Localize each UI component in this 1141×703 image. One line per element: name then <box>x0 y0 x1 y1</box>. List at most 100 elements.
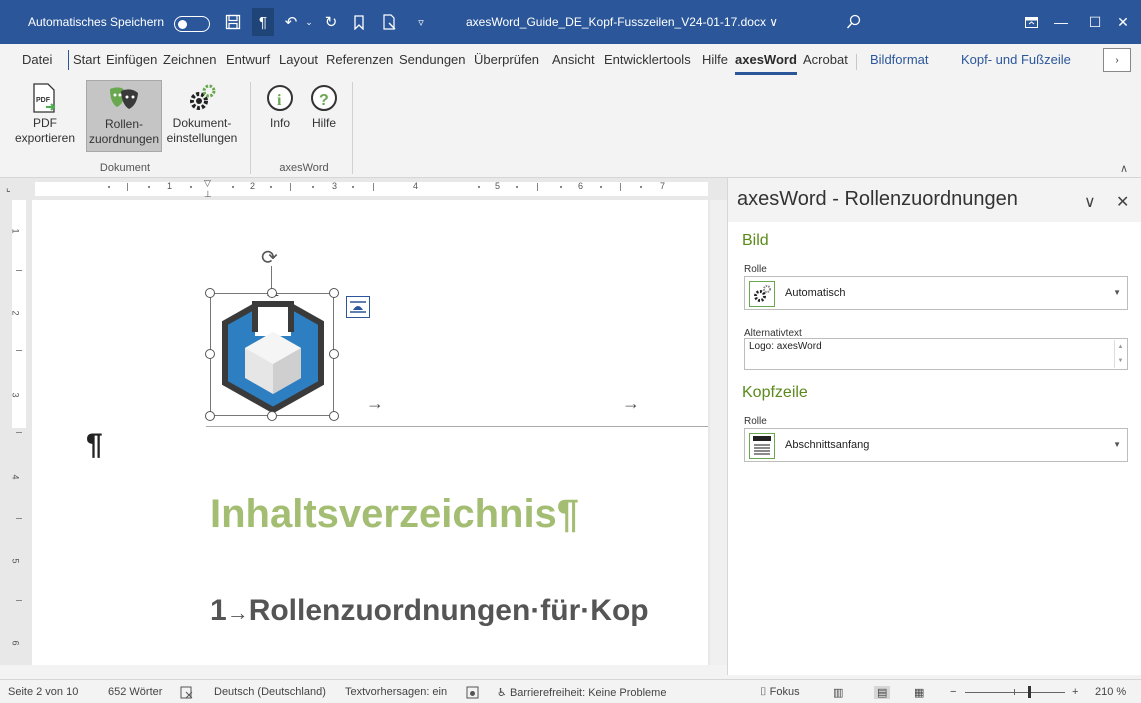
close-icon[interactable]: ✕ <box>1108 0 1138 44</box>
tab-acrobat[interactable]: Acrobat <box>803 52 848 72</box>
customize-toolbar-icon[interactable]: ▿ <box>410 0 432 44</box>
language-status[interactable]: Deutsch (Deutschland) <box>214 686 326 698</box>
document-page[interactable]: ⟳ → → ¶ Inhaltsverzeichnis¶ 1→Rollenzuor… <box>32 200 708 665</box>
print-layout-icon[interactable]: ▤ <box>874 686 891 699</box>
ruler-number: 1 <box>167 181 173 191</box>
redo-icon[interactable]: ↻ <box>320 0 342 44</box>
maximize-icon[interactable]: ☐ <box>1080 0 1110 44</box>
resize-handle[interactable] <box>329 411 339 421</box>
image-role-select[interactable]: Automatisch ▼ <box>744 276 1128 310</box>
document-settings-button[interactable]: Dokument- einstellungen <box>163 80 241 152</box>
resize-handle[interactable] <box>205 349 215 359</box>
svg-text:?: ? <box>319 92 329 109</box>
help-button[interactable]: ? Hilfe <box>302 80 346 152</box>
pane-options-icon[interactable]: ∨ <box>1084 192 1096 212</box>
undo-dropdown-icon[interactable]: ⌄ <box>298 0 320 44</box>
autosave-toggle[interactable] <box>174 16 210 32</box>
alt-text-input[interactable]: Logo: axesWord ▲ ▼ <box>744 338 1128 370</box>
dropdown-arrow-icon: ▼ <box>1113 440 1121 449</box>
document-title[interactable]: axesWord_Guide_DE_Kopf-Fusszeilen_V24-01… <box>466 0 778 44</box>
section-start-icon <box>749 433 775 459</box>
tab-einfuegen[interactable]: Einfügen <box>106 52 157 72</box>
page-count[interactable]: Seite 2 von 10 <box>8 686 78 698</box>
read-mode-icon[interactable]: ▥ <box>833 686 843 699</box>
tab-entwicklertools[interactable]: Entwicklertools <box>604 52 691 72</box>
tab-ueberpruefen[interactable]: Überprüfen <box>474 52 539 72</box>
bookmark-icon[interactable] <box>348 0 370 44</box>
ruler-number: 6 <box>578 181 584 191</box>
header-role-select[interactable]: Abschnittsanfang ▼ <box>744 428 1128 462</box>
axesword-logo-icon <box>222 292 324 414</box>
resize-handle[interactable] <box>267 288 277 298</box>
sidepanel-toggle-icon[interactable]: › <box>1103 48 1131 72</box>
accessibility-status[interactable]: ♿ Barrierefreiheit: Keine Probleme <box>497 686 666 699</box>
svg-text:PDF: PDF <box>36 97 51 104</box>
zoom-slider-thumb[interactable] <box>1028 686 1031 698</box>
rotate-handle-icon[interactable]: ⟳ <box>261 245 278 270</box>
minimize-icon[interactable]: — <box>1046 0 1076 44</box>
ruler-number: 1 <box>10 228 21 234</box>
resize-handle[interactable] <box>205 411 215 421</box>
resize-handle[interactable] <box>267 411 277 421</box>
tab-entwurf[interactable]: Entwurf <box>226 52 270 72</box>
info-button[interactable]: i Info <box>258 80 302 152</box>
tab-axesword[interactable]: axesWord <box>735 52 797 75</box>
toc-heading[interactable]: Inhaltsverzeichnis¶ <box>210 492 579 537</box>
resize-handle[interactable] <box>329 349 339 359</box>
zoom-level[interactable]: 210 % <box>1095 686 1126 698</box>
save-icon[interactable] <box>222 0 244 44</box>
header-role-value: Abschnittsanfang <box>785 439 870 451</box>
dropdown-arrow-icon: ▼ <box>1113 288 1121 297</box>
tab-zeichnen[interactable]: Zeichnen <box>163 52 216 72</box>
tab-kopf-fusszeile[interactable]: Kopf- und Fußzeile <box>961 52 1071 72</box>
tab-bildformat[interactable]: Bildformat <box>870 52 929 72</box>
search-icon[interactable] <box>846 0 862 44</box>
tab-referenzen[interactable]: Referenzen <box>326 52 393 72</box>
role-mapping-button[interactable]: Rollen- zuordnungen <box>86 80 162 152</box>
macro-record-icon[interactable] <box>466 686 479 702</box>
proofing-icon[interactable] <box>180 686 194 702</box>
document-area[interactable]: ⟳ → → ¶ Inhaltsverzeichnis¶ 1→Rollenzuor… <box>32 200 727 665</box>
role-mapping-pane: axesWord - Rollenzuordnungen ∨ ✕ Bild Ro… <box>727 178 1141 675</box>
ribbon-display-icon[interactable] <box>1016 0 1046 44</box>
vertical-scrollbar[interactable] <box>710 200 727 665</box>
ruler-number: 5 <box>10 558 21 564</box>
zoom-slider[interactable] <box>965 692 1065 693</box>
word-count[interactable]: 652 Wörter <box>108 686 162 698</box>
print-preview-icon[interactable] <box>378 0 400 44</box>
vertical-ruler[interactable]: 1 2 3 4 5 6 <box>0 200 32 665</box>
role-mapping-label-1: Rollen- <box>104 117 143 131</box>
tab-start[interactable]: Start <box>73 52 100 72</box>
tab-layout[interactable]: Layout <box>279 52 318 72</box>
web-layout-icon[interactable]: ▦ <box>914 686 924 699</box>
pilcrow-icon[interactable]: ¶ <box>252 8 274 36</box>
textarea-scroll[interactable]: ▲ ▼ <box>1114 340 1126 368</box>
text-predictions-status[interactable]: Textvorhersagen: ein <box>345 686 447 698</box>
pdf-icon: PDF <box>5 80 85 116</box>
tab-datei[interactable]: Datei <box>22 52 52 72</box>
collapse-ribbon-icon[interactable]: ∧ <box>1120 162 1128 175</box>
toc-entry[interactable]: 1→Rollenzuordnungen·für·Kop <box>210 594 649 628</box>
resize-handle[interactable] <box>205 288 215 298</box>
tab-marker: → <box>622 393 640 413</box>
zoom-out-icon[interactable]: − <box>950 686 956 698</box>
zoom-in-icon[interactable]: + <box>1072 686 1078 698</box>
resize-handle[interactable] <box>329 288 339 298</box>
left-indent-icon[interactable]: ⊥ <box>204 189 212 200</box>
tab-selector-icon[interactable]: ⌞ <box>6 183 11 194</box>
logo-selection-frame[interactable] <box>210 292 334 416</box>
pane-close-icon[interactable]: ✕ <box>1116 192 1129 212</box>
tab-ansicht[interactable]: Ansicht <box>552 52 595 72</box>
indent-marker-icon[interactable]: ▽ <box>204 178 211 189</box>
focus-mode[interactable]: ⌷ Fokus <box>760 686 800 699</box>
pdf-export-button[interactable]: PDF PDF exportieren <box>5 80 85 152</box>
tab-hilfe[interactable]: Hilfe <box>702 52 728 72</box>
pane-title: axesWord - Rollenzuordnungen <box>737 188 1018 210</box>
layout-options-icon[interactable] <box>346 296 370 318</box>
horizontal-ruler[interactable]: ⌞ 1 2 3 4 5 6 7 ▽ ⊥ <box>0 178 727 200</box>
header-separator <box>206 426 708 427</box>
tab-sendungen[interactable]: Sendungen <box>399 52 466 72</box>
ruler-number: 4 <box>10 474 21 480</box>
alt-text-value: Logo: axesWord <box>749 341 822 352</box>
ruler-number: 3 <box>10 392 21 398</box>
